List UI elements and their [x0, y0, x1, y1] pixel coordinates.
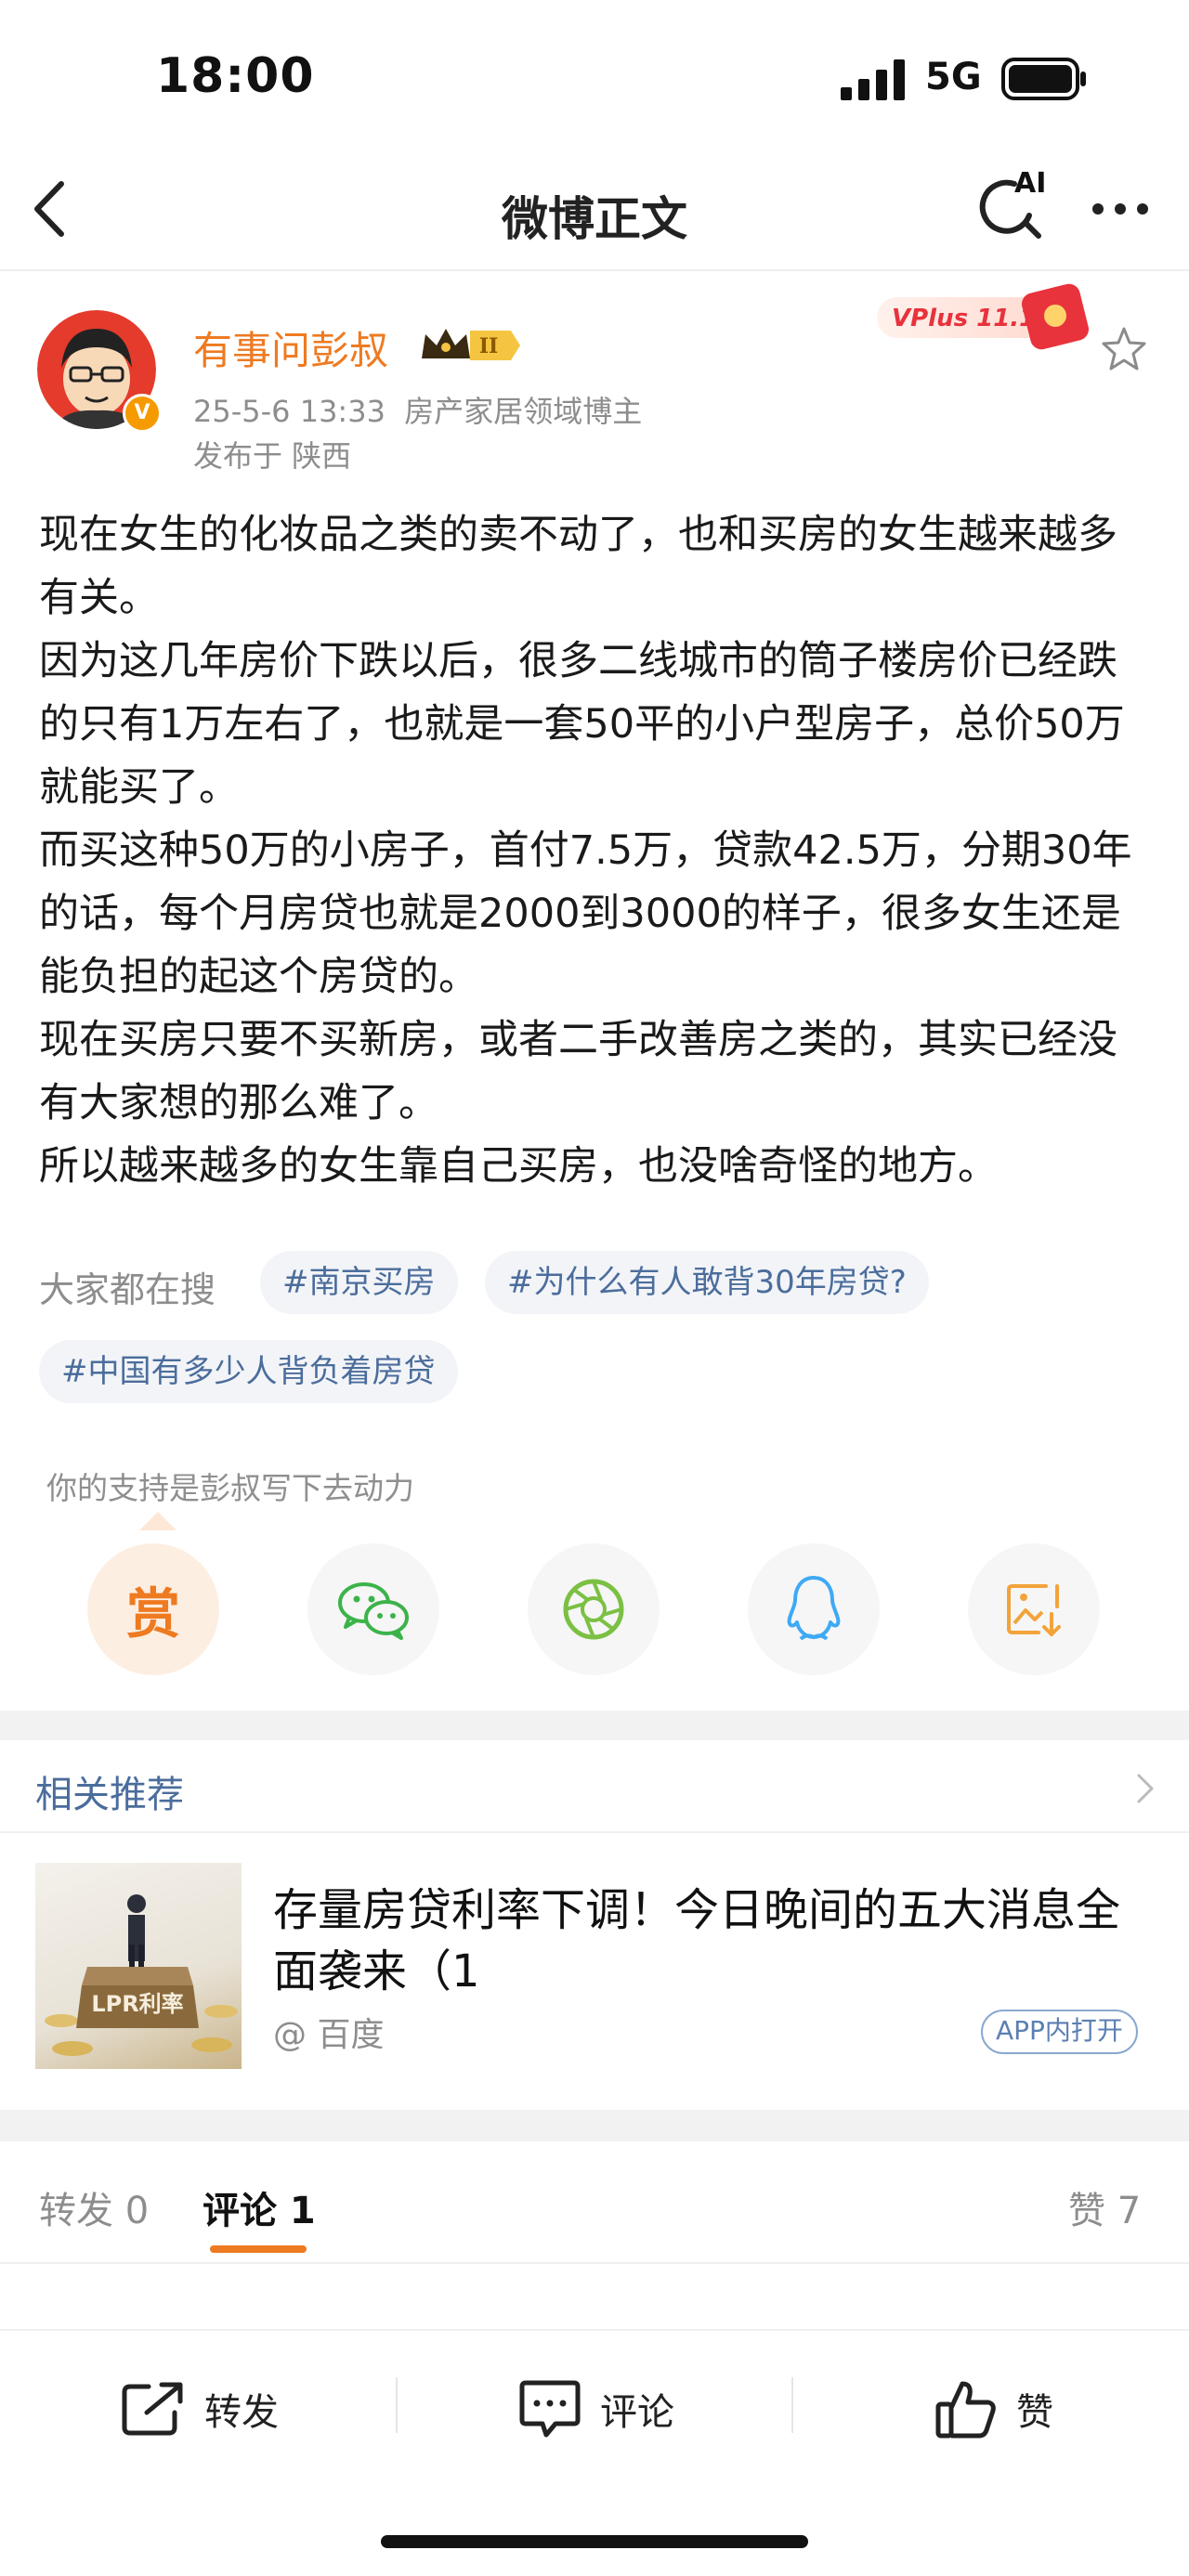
- section-gap: [0, 2110, 1189, 2141]
- crown-level-icon: II: [422, 329, 520, 360]
- open-in-app-button[interactable]: APP内打开: [981, 2010, 1138, 2054]
- bottom-bar-separator: [791, 2377, 793, 2433]
- like-label: 赞: [1016, 2391, 1053, 2434]
- tab-reposts[interactable]: 转发 0: [39, 2180, 149, 2234]
- favorite-star-icon[interactable]: [1100, 325, 1148, 373]
- search-tag[interactable]: #南京买房: [260, 1251, 458, 1314]
- support-pointer: [139, 1512, 176, 1530]
- post-paragraph: 现在女生的化妆品之类的卖不动了，也和买房的女生越来越多有关。: [39, 512, 1117, 621]
- post-paragraph: 而买这种50万的小房子，首付7.5万，贷款42.5万，分期30年的话，每个月房贷…: [39, 827, 1132, 1000]
- repost-icon: [122, 2382, 183, 2436]
- share-wechat-button[interactable]: [307, 1543, 439, 1675]
- nav-divider: [0, 269, 1189, 271]
- share-qq-button[interactable]: [748, 1543, 880, 1675]
- comment-icon: [519, 2380, 581, 2438]
- comment-button[interactable]: 评论: [518, 2375, 674, 2442]
- save-image-button[interactable]: [968, 1543, 1100, 1675]
- level-badge-text: II: [479, 334, 499, 358]
- author-name[interactable]: 有事问彭叔: [193, 319, 388, 376]
- verified-badge: V: [123, 394, 162, 433]
- vplus-promo-badge[interactable]: VPlus 11.11: [877, 279, 1118, 364]
- wechat-icon: [338, 1582, 409, 1640]
- cellular-signal-icon: [841, 59, 905, 100]
- post-meta: 25-5-6 13:33 房产家居领域博主: [193, 388, 642, 431]
- related-headline[interactable]: 存量房贷利率下调！今日晚间的五大消息全面袭来（1: [273, 1880, 1137, 2002]
- home-indicator[interactable]: [381, 2535, 808, 2548]
- qq-penguin-icon: [787, 1576, 841, 1641]
- search-tag[interactable]: #为什么有人敢背30年房贷?: [485, 1251, 929, 1314]
- tab-divider: [0, 2262, 1189, 2264]
- section-gap: [0, 1711, 1189, 1740]
- ai-label: AI: [1014, 167, 1047, 200]
- post-paragraph: 现在买房只要不买新房，或者二手改善房之类的，其实已经没有大家想的那么难了。: [39, 1017, 1117, 1126]
- related-source: @ 百度: [273, 2016, 385, 2054]
- post-content: 现在女生的化妆品之类的卖不动了，也和买房的女生越来越多有关。 因为这几年房价下跌…: [39, 503, 1150, 1198]
- thumbs-up-icon: [935, 2381, 996, 2439]
- chevron-right-icon[interactable]: [1131, 1772, 1157, 1805]
- author-tagline: 房产家居领域博主: [404, 394, 643, 429]
- post-timestamp: 25-5-6 13:33: [193, 394, 385, 429]
- repost-label: 转发: [204, 2391, 279, 2434]
- tab-likes[interactable]: 赞 7: [1068, 2180, 1141, 2234]
- bottom-bar-separator: [396, 2377, 398, 2433]
- tab-active-indicator: [210, 2245, 307, 2253]
- save-image-icon: [1007, 1584, 1061, 1636]
- post-location: 发布于 陕西: [193, 438, 352, 474]
- network-type: 5G: [925, 56, 982, 98]
- related-thumbnail[interactable]: LPR利率: [35, 1863, 242, 2069]
- thumbnail-caption: LPR利率: [91, 1991, 183, 2017]
- related-title: 相关推荐: [35, 1774, 184, 1816]
- moments-aperture-icon: [563, 1579, 624, 1640]
- post-paragraph: 因为这几年房价下跌以后，很多二线城市的筒子楼房价已经跌的只有1万左右了，也就是一…: [39, 638, 1125, 811]
- search-tag[interactable]: #中国有多少人背负着房贷: [39, 1340, 458, 1403]
- support-label: 你的支持是彭叔写下去动力: [46, 1470, 414, 1506]
- like-button[interactable]: 赞: [934, 2375, 1053, 2442]
- reward-button[interactable]: 赏: [87, 1543, 219, 1675]
- lpr-rate-illustration: LPR利率: [45, 1894, 238, 2056]
- post-paragraph: 所以越来越多的女生靠自己买房，也没啥奇怪的地方。: [39, 1143, 998, 1190]
- trending-search-label: 大家都在搜: [39, 1269, 216, 1310]
- related-divider: [0, 1831, 1189, 1833]
- comment-label: 评论: [600, 2391, 674, 2434]
- battery-icon: [1001, 58, 1086, 100]
- share-moments-button[interactable]: [528, 1543, 660, 1675]
- more-icon[interactable]: [1089, 186, 1152, 232]
- repost-button[interactable]: 转发: [121, 2375, 279, 2442]
- tab-comments[interactable]: 评论 1: [203, 2180, 316, 2234]
- bottom-bar-divider: [0, 2329, 1189, 2331]
- status-time: 18:00: [156, 48, 315, 104]
